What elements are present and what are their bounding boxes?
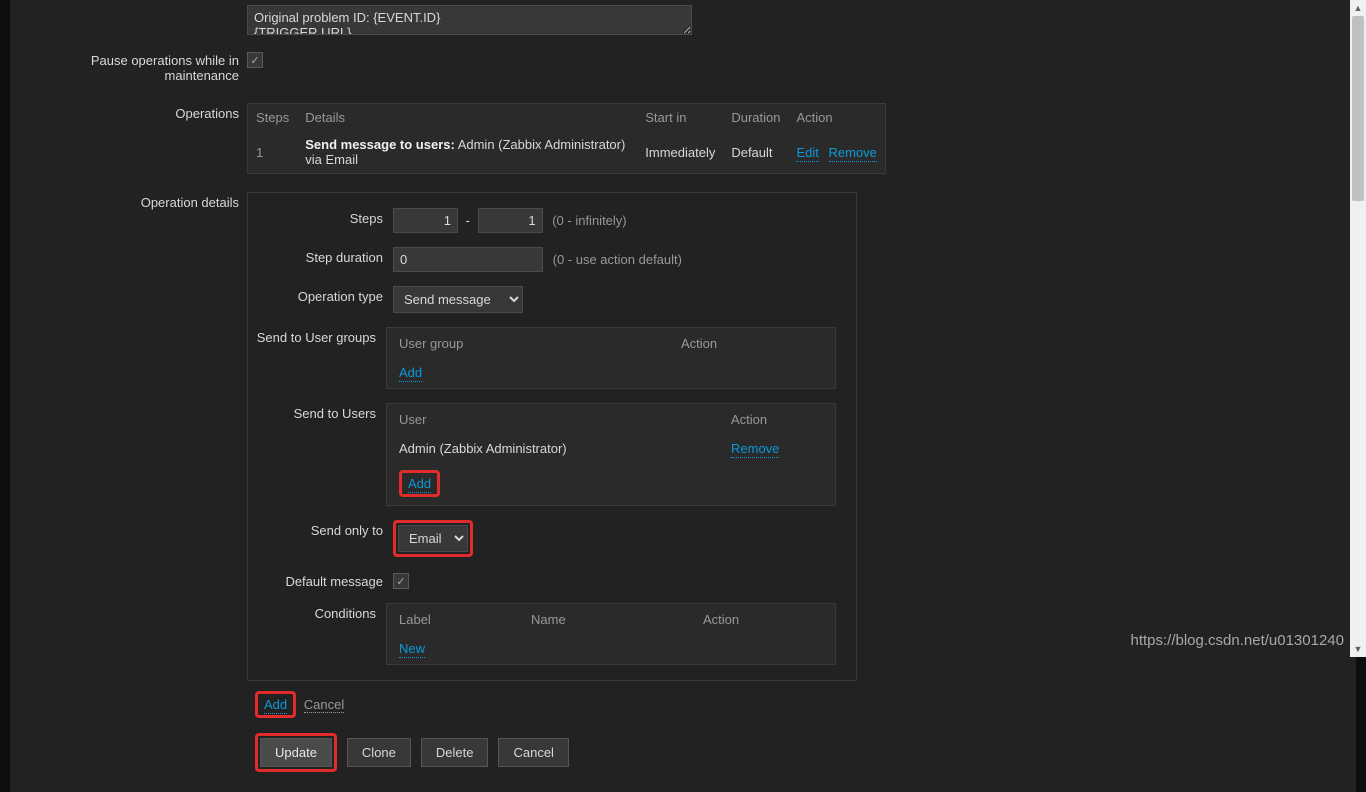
conditions-name-header: Name — [521, 606, 691, 633]
operation-add-link[interactable]: Add — [264, 697, 287, 714]
operation-cancel-link[interactable]: Cancel — [304, 697, 344, 713]
operation-type-label: Operation type — [248, 286, 393, 304]
send-user-groups-row: Send to User groups User group Action Ad… — [248, 327, 836, 389]
operations-action-cell: Edit Remove — [788, 131, 885, 174]
conditions-table: Label Name Action New — [386, 603, 836, 665]
operations-remove-link[interactable]: Remove — [829, 145, 877, 162]
step-duration-row: Step duration (0 - use action default) — [248, 247, 836, 272]
user-group-action-header: Action — [671, 330, 833, 357]
steps-hint: (0 - infinitely) — [552, 213, 626, 228]
scrollbar-thumb[interactable] — [1352, 16, 1364, 201]
pause-operations-label: Pause operations while in maintenance — [30, 50, 247, 83]
operation-details-label: Operation details — [30, 192, 247, 210]
steps-to-input[interactable] — [478, 208, 543, 233]
scrollbar-up-arrow[interactable]: ▲ — [1350, 0, 1366, 16]
vertical-scrollbar[interactable]: ▲ ▼ — [1350, 0, 1366, 657]
send-only-to-row: Send only to Email — [248, 520, 836, 557]
message-textarea[interactable]: Original problem ID: {EVENT.ID} {TRIGGER… — [247, 5, 692, 35]
operation-details-row: Operation details Steps - (0 - infinitel… — [30, 192, 1336, 681]
pause-operations-row: Pause operations while in maintenance — [30, 50, 1336, 83]
user-groups-add-link[interactable]: Add — [399, 365, 422, 382]
message-label — [30, 5, 247, 8]
operations-row: Operations Steps Details Start in Durati… — [30, 103, 1336, 174]
step-duration-hint: (0 - use action default) — [553, 252, 682, 267]
conditions-label: Conditions — [248, 603, 386, 621]
operation-details-box: Steps - (0 - infinitely) Step duration (… — [247, 192, 857, 681]
conditions-action-header: Action — [693, 606, 833, 633]
update-button[interactable]: Update — [260, 738, 332, 767]
send-user-groups-label: Send to User groups — [248, 327, 386, 345]
steps-label: Steps — [248, 208, 393, 226]
operations-table: Steps Details Start in Duration Action 1… — [247, 103, 886, 174]
operations-header-duration: Duration — [723, 104, 788, 132]
operation-type-row: Operation type Send message — [248, 286, 836, 313]
operations-header-steps: Steps — [248, 104, 298, 132]
send-only-to-label: Send only to — [248, 520, 393, 538]
operations-row-1: 1 Send message to users: Admin (Zabbix A… — [248, 131, 886, 174]
operations-header-details: Details — [297, 104, 637, 132]
message-textarea-row: Original problem ID: {EVENT.ID} {TRIGGER… — [30, 5, 1336, 38]
default-message-row: Default message — [248, 571, 836, 589]
step-duration-label: Step duration — [248, 247, 393, 265]
pause-operations-checkbox[interactable] — [247, 52, 263, 68]
user-row-admin: Admin (Zabbix Administrator) Remove — [389, 435, 833, 462]
send-only-to-select[interactable]: Email — [398, 525, 468, 552]
clone-button[interactable]: Clone — [347, 738, 411, 767]
users-table: User Action Admin (Zabbix Administrator)… — [386, 403, 836, 506]
operation-type-select[interactable]: Send message — [393, 286, 523, 313]
operations-duration-cell: Default — [723, 131, 788, 174]
default-message-label: Default message — [248, 571, 393, 589]
add-cancel-row: Add Cancel — [255, 691, 1336, 718]
steps-dash: - — [466, 213, 470, 228]
users-add-link[interactable]: Add — [408, 476, 431, 493]
delete-button[interactable]: Delete — [421, 738, 489, 767]
send-users-label: Send to Users — [248, 403, 386, 421]
user-groups-table: User group Action Add — [386, 327, 836, 389]
cancel-button[interactable]: Cancel — [498, 738, 568, 767]
conditions-row: Conditions Label Name Action New — [248, 603, 836, 665]
operations-step-num: 1 — [248, 131, 298, 174]
watermark-text: https://blog.csdn.net/u01301240 — [1130, 632, 1344, 649]
button-row: Update Clone Delete Cancel — [255, 733, 1336, 772]
user-value: Admin (Zabbix Administrator) — [389, 435, 719, 462]
operations-header-action: Action — [788, 104, 885, 132]
main-form-container: Original problem ID: {EVENT.ID} {TRIGGER… — [10, 0, 1356, 792]
user-action-header: Action — [721, 406, 833, 433]
scrollbar-down-arrow[interactable]: ▼ — [1350, 641, 1366, 657]
user-header: User — [389, 406, 719, 433]
step-duration-input[interactable] — [393, 247, 543, 272]
steps-row: Steps - (0 - infinitely) — [248, 208, 836, 233]
user-remove-link[interactable]: Remove — [731, 441, 779, 458]
default-message-checkbox[interactable] — [393, 573, 409, 589]
conditions-label-header: Label — [389, 606, 519, 633]
operations-startin-cell: Immediately — [637, 131, 723, 174]
steps-from-input[interactable] — [393, 208, 458, 233]
operations-details-cell: Send message to users: Admin (Zabbix Adm… — [297, 131, 637, 174]
operations-header-startin: Start in — [637, 104, 723, 132]
operations-edit-link[interactable]: Edit — [796, 145, 818, 162]
operations-label: Operations — [30, 103, 247, 121]
user-group-header: User group — [389, 330, 669, 357]
conditions-new-link[interactable]: New — [399, 641, 425, 658]
send-users-row: Send to Users User Action Admin (Zabbix … — [248, 403, 836, 506]
operations-details-prefix: Send message to users: — [305, 137, 455, 152]
